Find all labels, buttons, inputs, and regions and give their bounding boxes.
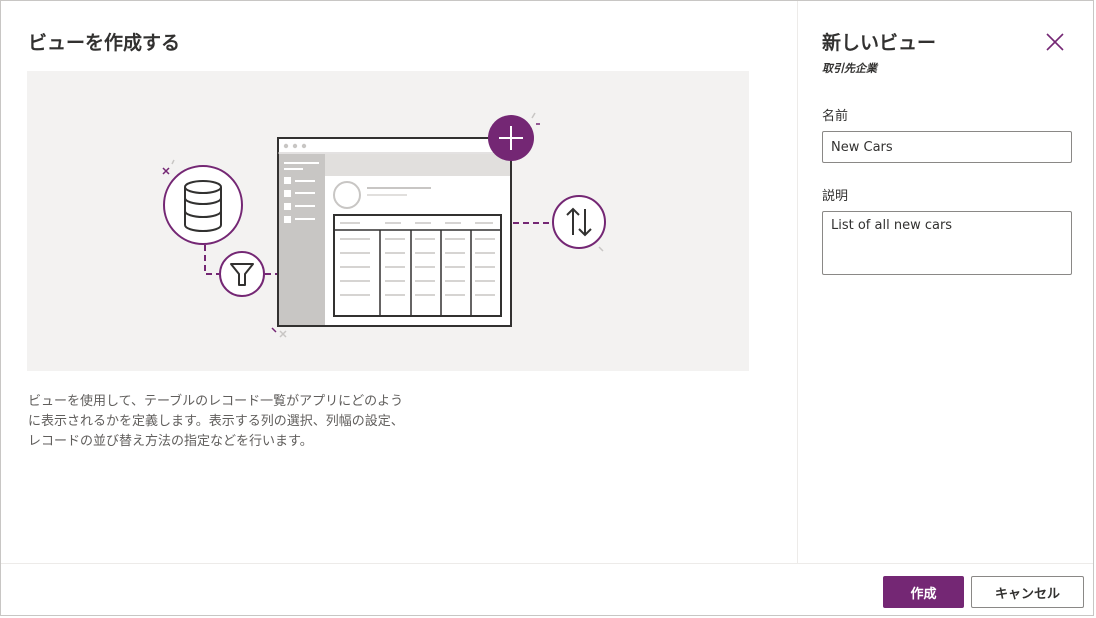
- panel-title: 新しいビュー: [822, 32, 937, 54]
- create-view-dialog: ビューを作成する ビューを使用して、テーブルのレコード一覧がアプリにどのよう に…: [0, 0, 1094, 616]
- create-button[interactable]: 作成: [883, 576, 964, 608]
- page-title: ビューを作成する: [28, 32, 181, 54]
- description-label: 説明: [822, 189, 849, 204]
- close-button[interactable]: [1042, 29, 1068, 55]
- new-view-panel: 新しいビュー 取引先企業 名前 説明 List of all new cars: [797, 1, 1093, 563]
- description-line: レコードの並び替え方法の指定などを行います。: [28, 434, 313, 449]
- entity-name: 取引先企業: [822, 62, 877, 75]
- cancel-button[interactable]: キャンセル: [971, 576, 1084, 608]
- description-line: ビューを使用して、テーブルのレコード一覧がアプリにどのよう: [28, 394, 404, 409]
- description-text: ビューを使用して、テーブルのレコード一覧がアプリにどのよう に表示されるかを定義…: [28, 392, 448, 452]
- view-illustration: [27, 71, 749, 371]
- name-label: 名前: [822, 109, 849, 124]
- add-icon: [488, 115, 534, 161]
- description-line: に表示されるかを定義します。表示する列の選択、列幅の設定、: [28, 414, 404, 429]
- sort-icon: [552, 195, 606, 249]
- main-pane: ビューを作成する ビューを使用して、テーブルのレコード一覧がアプリにどのよう に…: [1, 1, 797, 563]
- dialog-footer: 作成 キャンセル: [1, 563, 1093, 615]
- window-mockup: [277, 137, 512, 327]
- filter-icon: [219, 251, 265, 297]
- name-input[interactable]: [822, 131, 1072, 163]
- database-icon: [163, 165, 243, 245]
- description-input[interactable]: List of all new cars: [822, 211, 1072, 275]
- close-icon: [1046, 33, 1064, 51]
